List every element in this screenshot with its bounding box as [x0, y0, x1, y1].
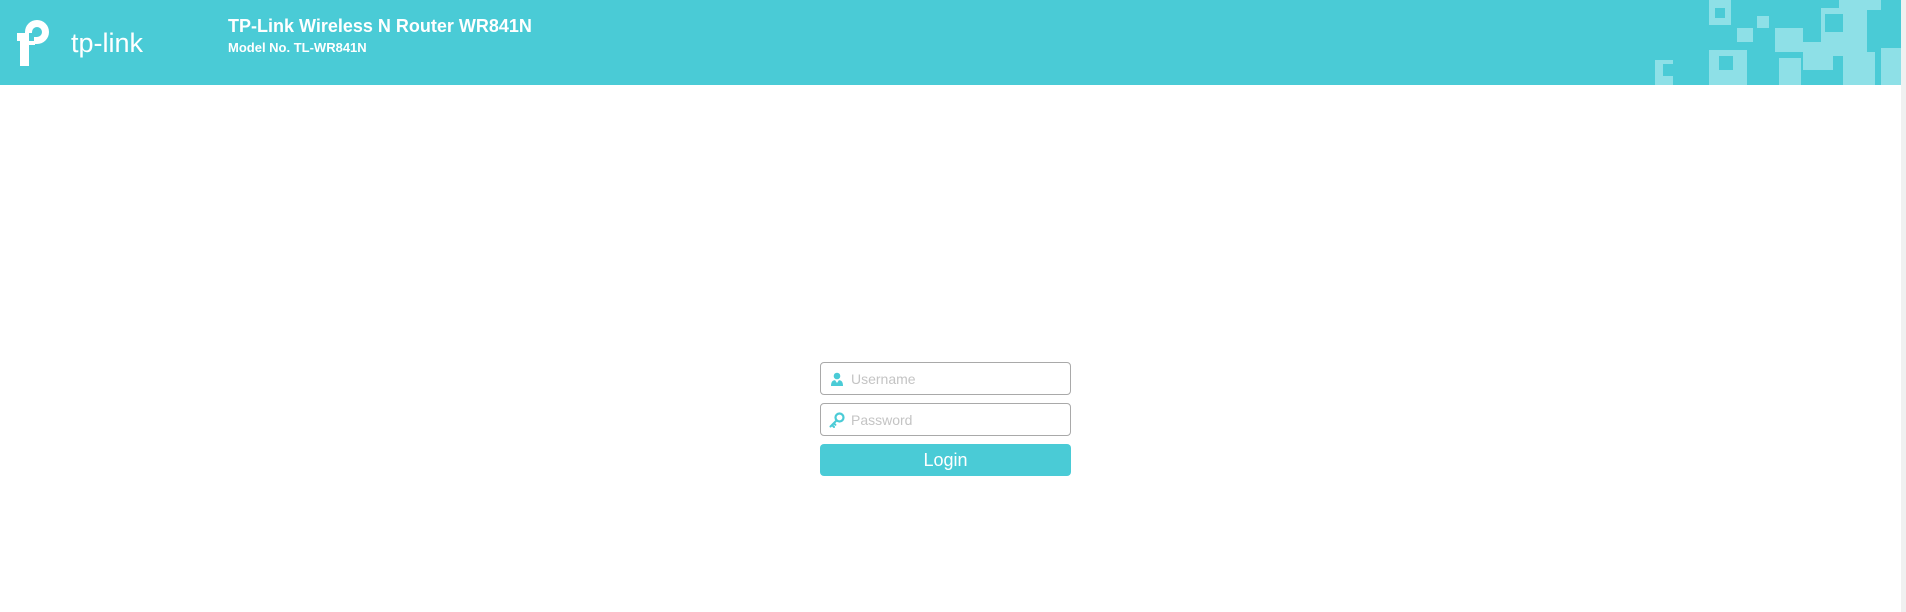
password-field: [820, 403, 1071, 436]
pixel-pattern-decoration-icon: [1655, 0, 1901, 85]
password-input[interactable]: [851, 404, 1063, 435]
username-field: [820, 362, 1071, 395]
tp-link-logo-icon: tp-link: [17, 20, 144, 66]
logo-text: tp-link: [71, 28, 144, 58]
product-name: TP-Link Wireless N Router WR841N: [228, 16, 532, 36]
key-icon: [829, 412, 845, 428]
login-button[interactable]: Login: [820, 444, 1071, 476]
tp-link-logo: tp-link: [15, 14, 150, 66]
browser-viewport: tp-link TP-Link Wireless N Router WR841N…: [0, 0, 1906, 612]
login-form: Login: [820, 362, 1071, 476]
username-input[interactable]: [851, 363, 1063, 394]
user-icon: [831, 372, 843, 386]
page-header: tp-link TP-Link Wireless N Router WR841N…: [0, 0, 1901, 85]
page-scrollbar[interactable]: [1901, 0, 1906, 612]
router-login-page: tp-link TP-Link Wireless N Router WR841N…: [0, 0, 1901, 612]
model-number: Model No. TL-WR841N: [228, 40, 367, 55]
